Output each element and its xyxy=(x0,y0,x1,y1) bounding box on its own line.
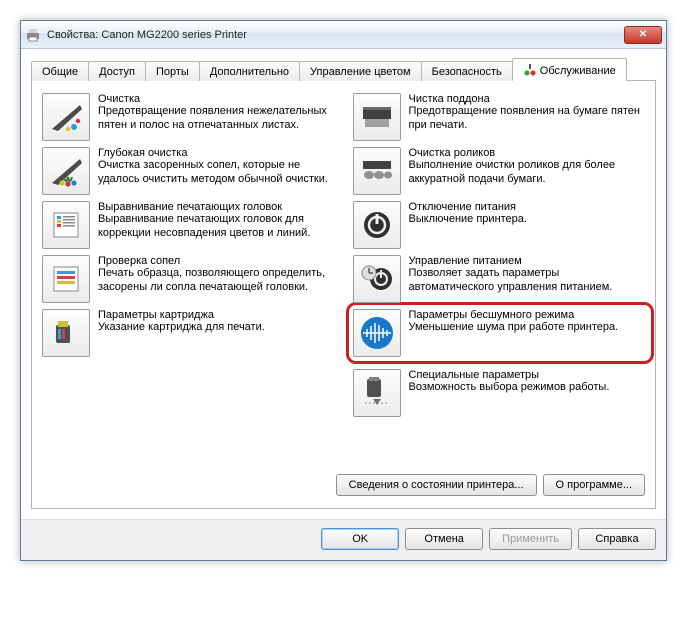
properties-window: Свойства: Canon MG2200 series Printer ✕ … xyxy=(20,20,667,561)
titlebar: Свойства: Canon MG2200 series Printer ✕ xyxy=(21,21,666,49)
tab-maintenance[interactable]: Обслуживание xyxy=(512,58,627,81)
item-cleaning: ОчисткаПредотвращение появления нежелате… xyxy=(42,93,335,141)
item-bottom-plate-cleaning: Чистка поддонаПредотвращение появления н… xyxy=(353,93,646,141)
dialog-body: Общие Доступ Порты Дополнительно Управле… xyxy=(21,49,666,519)
roller-title: Очистка роликов xyxy=(409,147,646,159)
tab-colormgmt[interactable]: Управление цветом xyxy=(299,61,422,81)
roller-icon xyxy=(359,153,395,189)
alignment-icon xyxy=(48,207,84,243)
nozzle-desc: Печать образца, позволяющего определить,… xyxy=(98,267,335,295)
cleaning-title: Очистка xyxy=(98,93,335,105)
deep-cleaning-button[interactable] xyxy=(42,147,90,195)
item-quiet-mode: Параметры бесшумного режимаУменьшение шу… xyxy=(353,309,646,357)
deep-cleaning-desc: Очистка засоренных сопел, которые не уда… xyxy=(98,159,335,187)
auto-power-button[interactable] xyxy=(353,255,401,303)
auto-power-icon xyxy=(359,261,395,297)
tab-security[interactable]: Безопасность xyxy=(421,61,513,81)
item-nozzle-check: Проверка сопелПечать образца, позволяюще… xyxy=(42,255,335,303)
quiet-title: Параметры бесшумного режима xyxy=(409,309,646,321)
left-column: ОчисткаПредотвращение появления нежелате… xyxy=(42,93,335,423)
item-deep-cleaning: Глубокая очисткаОчистка засоренных сопел… xyxy=(42,147,335,195)
cancel-button[interactable]: Отмена xyxy=(405,528,483,550)
autopower-title: Управление питанием xyxy=(409,255,646,267)
poweroff-title: Отключение питания xyxy=(409,201,646,213)
nozzle-title: Проверка сопел xyxy=(98,255,335,267)
custom-title: Специальные параметры xyxy=(409,369,646,381)
quiet-icon xyxy=(357,313,397,353)
quiet-mode-button[interactable] xyxy=(353,309,401,357)
head-alignment-button[interactable] xyxy=(42,201,90,249)
plate-icon xyxy=(359,99,395,135)
poweroff-desc: Выключение принтера. xyxy=(409,213,646,227)
roller-desc: Выполнение очистки роликов для более акк… xyxy=(409,159,646,187)
cleaning-button[interactable] xyxy=(42,93,90,141)
cartridge-icon xyxy=(48,315,84,351)
plate-desc: Предотвращение появления на бумаге пятен… xyxy=(409,105,646,133)
help-button[interactable]: Справка xyxy=(578,528,656,550)
cartridge-desc: Указание картриджа для печати. xyxy=(98,321,335,335)
cleaning-icon xyxy=(48,99,84,135)
nozzle-check-button[interactable] xyxy=(42,255,90,303)
right-column: Чистка поддонаПредотвращение появления н… xyxy=(353,93,646,423)
power-off-button[interactable] xyxy=(353,201,401,249)
maintenance-panel: ОчисткаПредотвращение появления нежелате… xyxy=(31,81,656,509)
tab-maintenance-label: Обслуживание xyxy=(540,65,616,77)
tab-advanced[interactable]: Дополнительно xyxy=(199,61,300,81)
apply-button[interactable]: Применить xyxy=(489,528,572,550)
maintenance-icon xyxy=(523,63,537,77)
deep-cleaning-title: Глубокая очистка xyxy=(98,147,335,159)
window-title: Свойства: Canon MG2200 series Printer xyxy=(47,29,624,41)
deep-cleaning-icon xyxy=(48,153,84,189)
cartridge-title: Параметры картриджа xyxy=(98,309,335,321)
close-button[interactable]: ✕ xyxy=(624,26,662,44)
power-icon xyxy=(359,207,395,243)
item-custom-settings: Специальные параметрыВозможность выбора … xyxy=(353,369,646,417)
item-roller-cleaning: Очистка роликовВыполнение очистки ролико… xyxy=(353,147,646,195)
item-auto-power: Управление питаниемПозволяет задать пара… xyxy=(353,255,646,303)
custom-settings-button[interactable] xyxy=(353,369,401,417)
tab-ports[interactable]: Порты xyxy=(145,61,200,81)
about-button[interactable]: О программе... xyxy=(543,474,645,496)
quiet-mode-highlight: Параметры бесшумного режимаУменьшение шу… xyxy=(346,302,655,364)
cartridge-button[interactable] xyxy=(42,309,90,357)
cleaning-desc: Предотвращение появления нежелательных п… xyxy=(98,105,335,133)
plate-title: Чистка поддона xyxy=(409,93,646,105)
nozzle-icon xyxy=(48,261,84,297)
quiet-desc: Уменьшение шума при работе принтера. xyxy=(409,321,646,335)
tab-sharing[interactable]: Доступ xyxy=(88,61,146,81)
item-power-off: Отключение питанияВыключение принтера. xyxy=(353,201,646,249)
printer-icon xyxy=(25,27,41,43)
dialog-footer: OK Отмена Применить Справка xyxy=(21,519,666,560)
alignment-desc: Выравнивание печатающих головок для корр… xyxy=(98,213,335,241)
tab-strip: Общие Доступ Порты Дополнительно Управле… xyxy=(31,57,656,81)
roller-cleaning-button[interactable] xyxy=(353,147,401,195)
ok-button[interactable]: OK xyxy=(321,528,399,550)
custom-icon xyxy=(359,375,395,411)
item-cartridge-settings: Параметры картриджаУказание картриджа дл… xyxy=(42,309,335,357)
autopower-desc: Позволяет задать параметры автоматическо… xyxy=(409,267,646,295)
item-head-alignment: Выравнивание печатающих головокВыравнива… xyxy=(42,201,335,249)
plate-cleaning-button[interactable] xyxy=(353,93,401,141)
printer-status-button[interactable]: Сведения о состоянии принтера... xyxy=(336,474,537,496)
tab-general[interactable]: Общие xyxy=(31,61,89,81)
alignment-title: Выравнивание печатающих головок xyxy=(98,201,335,213)
custom-desc: Возможность выбора режимов работы. xyxy=(409,381,646,395)
